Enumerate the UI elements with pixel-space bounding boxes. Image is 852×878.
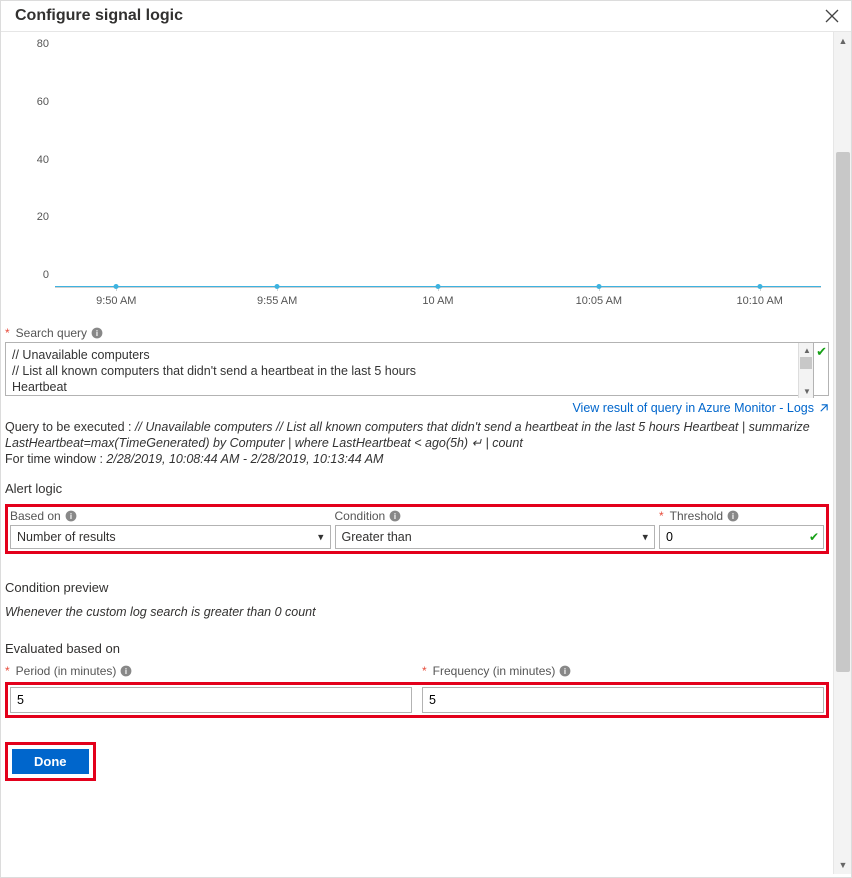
search-query-label-text: Search query <box>16 326 87 340</box>
page-title: Configure signal logic <box>15 7 183 25</box>
evaluated-row <box>5 682 829 718</box>
link-row: View result of query in Azure Monitor - … <box>5 401 829 415</box>
required-marker: * <box>659 509 664 523</box>
exec-prefix: Query to be executed : <box>5 420 135 434</box>
evaluated-heading: Evaluated based on <box>5 641 829 656</box>
threshold-label: * Threshold i <box>659 509 824 523</box>
frequency-label-text: Frequency (in minutes) <box>433 664 556 678</box>
results-chart: 0 20 40 60 80 9:50 AM 9:55 AM 10 AM 10:05 AM 10:1… <box>5 38 829 318</box>
chevron-down-icon: ▾ <box>642 531 648 544</box>
based-on-column: Based on i Number of results ▾ <box>10 509 331 549</box>
x-tick-label: 10 AM <box>422 295 453 307</box>
condition-preview: Condition preview Whenever the custom lo… <box>5 580 829 619</box>
frequency-label: * Frequency (in minutes) i <box>422 664 829 678</box>
external-link-icon <box>818 403 829 414</box>
info-icon[interactable]: i <box>120 665 132 677</box>
alert-logic-heading: Alert logic <box>5 481 829 496</box>
y-tick-label: 80 <box>21 38 49 50</box>
query-scrollbar[interactable]: ▲ ▼ <box>798 343 814 398</box>
search-query-input[interactable] <box>5 342 829 396</box>
scroll-down-icon[interactable]: ▼ <box>799 384 815 398</box>
info-icon[interactable]: i <box>91 327 103 339</box>
period-column <box>10 687 412 713</box>
search-query-field-wrap: ▲ ▼ ✔ <box>5 342 829 399</box>
condition-select[interactable]: Greater than ▾ <box>335 525 656 549</box>
panel-scrollbar[interactable]: ▲ ▼ <box>833 32 851 874</box>
checkmark-icon: ✔ <box>809 530 819 544</box>
panel-header: Configure signal logic <box>1 1 851 32</box>
period-input[interactable] <box>10 687 412 713</box>
chart-datapoint <box>596 284 601 289</box>
view-in-azure-monitor-link[interactable]: View result of query in Azure Monitor - … <box>572 401 829 415</box>
info-icon[interactable]: i <box>727 510 739 522</box>
link-text: View result of query in Azure Monitor - … <box>572 401 814 415</box>
y-tick-label: 40 <box>21 154 49 166</box>
scroll-up-icon[interactable]: ▲ <box>834 32 852 50</box>
svg-text:i: i <box>70 512 72 521</box>
query-execution-summary: Query to be executed : // Unavailable co… <box>5 419 827 467</box>
required-marker: * <box>5 664 10 678</box>
close-button[interactable] <box>825 9 839 23</box>
period-label: * Period (in minutes) i <box>5 664 412 678</box>
evaluated-labels-row: * Period (in minutes) i * Frequency (in … <box>5 664 829 680</box>
condition-column: Condition i Greater than ▾ <box>335 509 656 549</box>
condition-preview-title: Condition preview <box>5 580 829 595</box>
threshold-field-wrap: ✔ <box>659 525 824 549</box>
scroll-area: 0 20 40 60 80 9:50 AM 9:55 AM 10 AM 10:05 AM 10:1… <box>1 32 833 874</box>
scroll-up-icon[interactable]: ▲ <box>799 343 815 357</box>
done-button-wrap: Done <box>5 742 96 781</box>
chevron-down-icon: ▾ <box>318 531 324 544</box>
chart-datapoint <box>275 284 280 289</box>
threshold-label-text: Threshold <box>670 509 723 523</box>
y-tick-label: 0 <box>21 269 49 281</box>
period-label-text: Period (in minutes) <box>16 664 117 678</box>
x-tick-label: 10:10 AM <box>736 295 782 307</box>
search-query-label: * Search query i <box>5 326 829 340</box>
y-tick-label: 20 <box>21 211 49 223</box>
based-on-label-text: Based on <box>10 509 61 523</box>
y-tick-label: 60 <box>21 96 49 108</box>
condition-preview-text: Whenever the custom log search is greate… <box>5 605 829 619</box>
alert-logic-row: Based on i Number of results ▾ Condition… <box>5 504 829 554</box>
based-on-select[interactable]: Number of results ▾ <box>10 525 331 549</box>
panel-body: 0 20 40 60 80 9:50 AM 9:55 AM 10 AM 10:05 AM 10:1… <box>1 32 851 874</box>
threshold-column: * Threshold i ✔ <box>659 509 824 549</box>
condition-label: Condition i <box>335 509 656 523</box>
required-marker: * <box>5 326 10 340</box>
svg-text:i: i <box>564 667 566 676</box>
exec-time-prefix: For time window : <box>5 452 106 466</box>
checkmark-icon: ✔ <box>816 344 827 360</box>
exec-time-window: 2/28/2019, 10:08:44 AM - 2/28/2019, 10:1… <box>106 452 383 466</box>
chart-area: 0204060809:50 AM9:55 AM10 AM10:05 AM10:1… <box>55 56 821 288</box>
svg-text:i: i <box>125 667 127 676</box>
configure-signal-logic-panel: Configure signal logic 0 20 40 60 80 9:50 AM 9… <box>0 0 852 878</box>
svg-text:i: i <box>732 512 734 521</box>
frequency-column <box>422 687 824 713</box>
required-marker: * <box>422 664 427 678</box>
close-icon <box>825 9 839 23</box>
info-icon[interactable]: i <box>65 510 77 522</box>
threshold-input[interactable] <box>659 525 824 549</box>
done-button[interactable]: Done <box>12 749 89 774</box>
scroll-down-icon[interactable]: ▼ <box>834 856 852 874</box>
scroll-thumb[interactable] <box>800 357 812 369</box>
condition-value: Greater than <box>342 530 412 544</box>
svg-text:i: i <box>394 512 396 521</box>
scroll-thumb[interactable] <box>836 152 850 672</box>
based-on-label: Based on i <box>10 509 331 523</box>
based-on-value: Number of results <box>17 530 116 544</box>
svg-text:i: i <box>96 329 98 338</box>
frequency-input[interactable] <box>422 687 824 713</box>
info-icon[interactable]: i <box>389 510 401 522</box>
chart-datapoint <box>114 284 119 289</box>
x-tick-label: 10:05 AM <box>576 295 622 307</box>
info-icon[interactable]: i <box>559 665 571 677</box>
x-tick-label: 9:50 AM <box>96 295 136 307</box>
condition-label-text: Condition <box>335 509 386 523</box>
x-tick-label: 9:55 AM <box>257 295 297 307</box>
chart-datapoint <box>436 284 441 289</box>
chart-datapoint <box>757 284 762 289</box>
